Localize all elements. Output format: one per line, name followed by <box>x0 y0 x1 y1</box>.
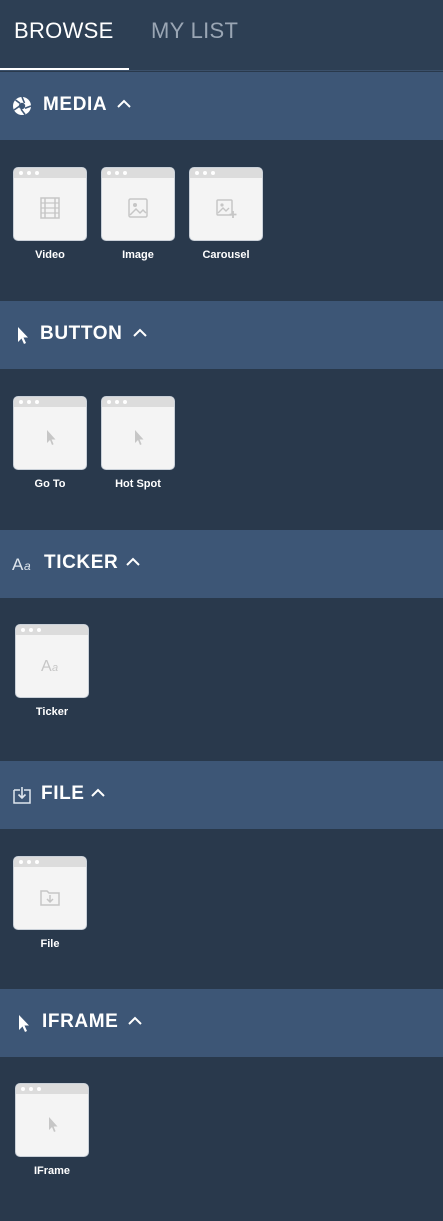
tile-label: Video <box>35 249 65 261</box>
tile-label: IFrame <box>33 1165 71 1177</box>
tile-label: Hot Spot <box>115 478 161 490</box>
svg-text:A: A <box>12 555 24 574</box>
tab-my-list[interactable]: MY LIST <box>151 18 238 44</box>
section-title-media: MEDIA <box>43 94 108 115</box>
tile-label: Image <box>122 249 154 261</box>
chevron-up-icon[interactable] <box>128 1016 142 1026</box>
section-title-iframe: IFRAME <box>42 1011 119 1032</box>
shutter-icon <box>13 96 32 115</box>
tile-card <box>101 167 175 241</box>
image-plus-icon <box>216 199 237 218</box>
tile-label: Ticker <box>35 706 69 718</box>
font-icon: A a <box>12 555 31 574</box>
section-title-ticker: TICKER <box>44 552 119 573</box>
cursor-icon <box>19 1015 29 1032</box>
tile-card <box>189 167 263 241</box>
tile-card: A a <box>15 624 89 698</box>
section-header-iframe[interactable]: IFRAME <box>0 989 443 1057</box>
tile-card <box>101 396 175 470</box>
section-header-button[interactable]: BUTTON <box>0 301 443 369</box>
font-icon: A a <box>41 658 58 675</box>
section-title-file: FILE <box>41 783 85 804</box>
tile-card <box>13 167 87 241</box>
file-download-icon <box>13 787 31 804</box>
chevron-up-icon[interactable] <box>91 788 105 798</box>
svg-text:a: a <box>52 662 58 674</box>
film-icon <box>40 197 60 219</box>
tile-label: Go To <box>34 478 66 490</box>
cursor-icon <box>49 1117 58 1132</box>
section-header-ticker[interactable]: A a TICKER <box>0 530 443 598</box>
svg-text:A: A <box>41 658 52 675</box>
cursor-icon <box>47 430 56 445</box>
section-header-media[interactable]: MEDIA <box>0 72 443 140</box>
image-icon <box>128 198 148 218</box>
folder-download-icon <box>40 890 60 906</box>
cursor-icon <box>18 327 28 344</box>
tab-browse[interactable]: BROWSE <box>14 18 114 44</box>
cursor-icon <box>135 430 144 445</box>
tile-label: Carousel <box>202 249 250 261</box>
tile-card <box>13 396 87 470</box>
active-tab-indicator <box>0 68 129 70</box>
chevron-up-icon[interactable] <box>133 328 147 338</box>
chevron-up-icon[interactable] <box>117 99 131 109</box>
tile-label: File <box>40 938 60 950</box>
tile-card <box>15 1083 89 1157</box>
svg-text:a: a <box>24 559 31 573</box>
section-header-file[interactable]: FILE <box>0 761 443 829</box>
chevron-up-icon[interactable] <box>126 557 140 567</box>
section-title-button: BUTTON <box>40 323 123 344</box>
tile-card <box>13 856 87 930</box>
tab-bar: BROWSE MY LIST <box>0 0 443 71</box>
